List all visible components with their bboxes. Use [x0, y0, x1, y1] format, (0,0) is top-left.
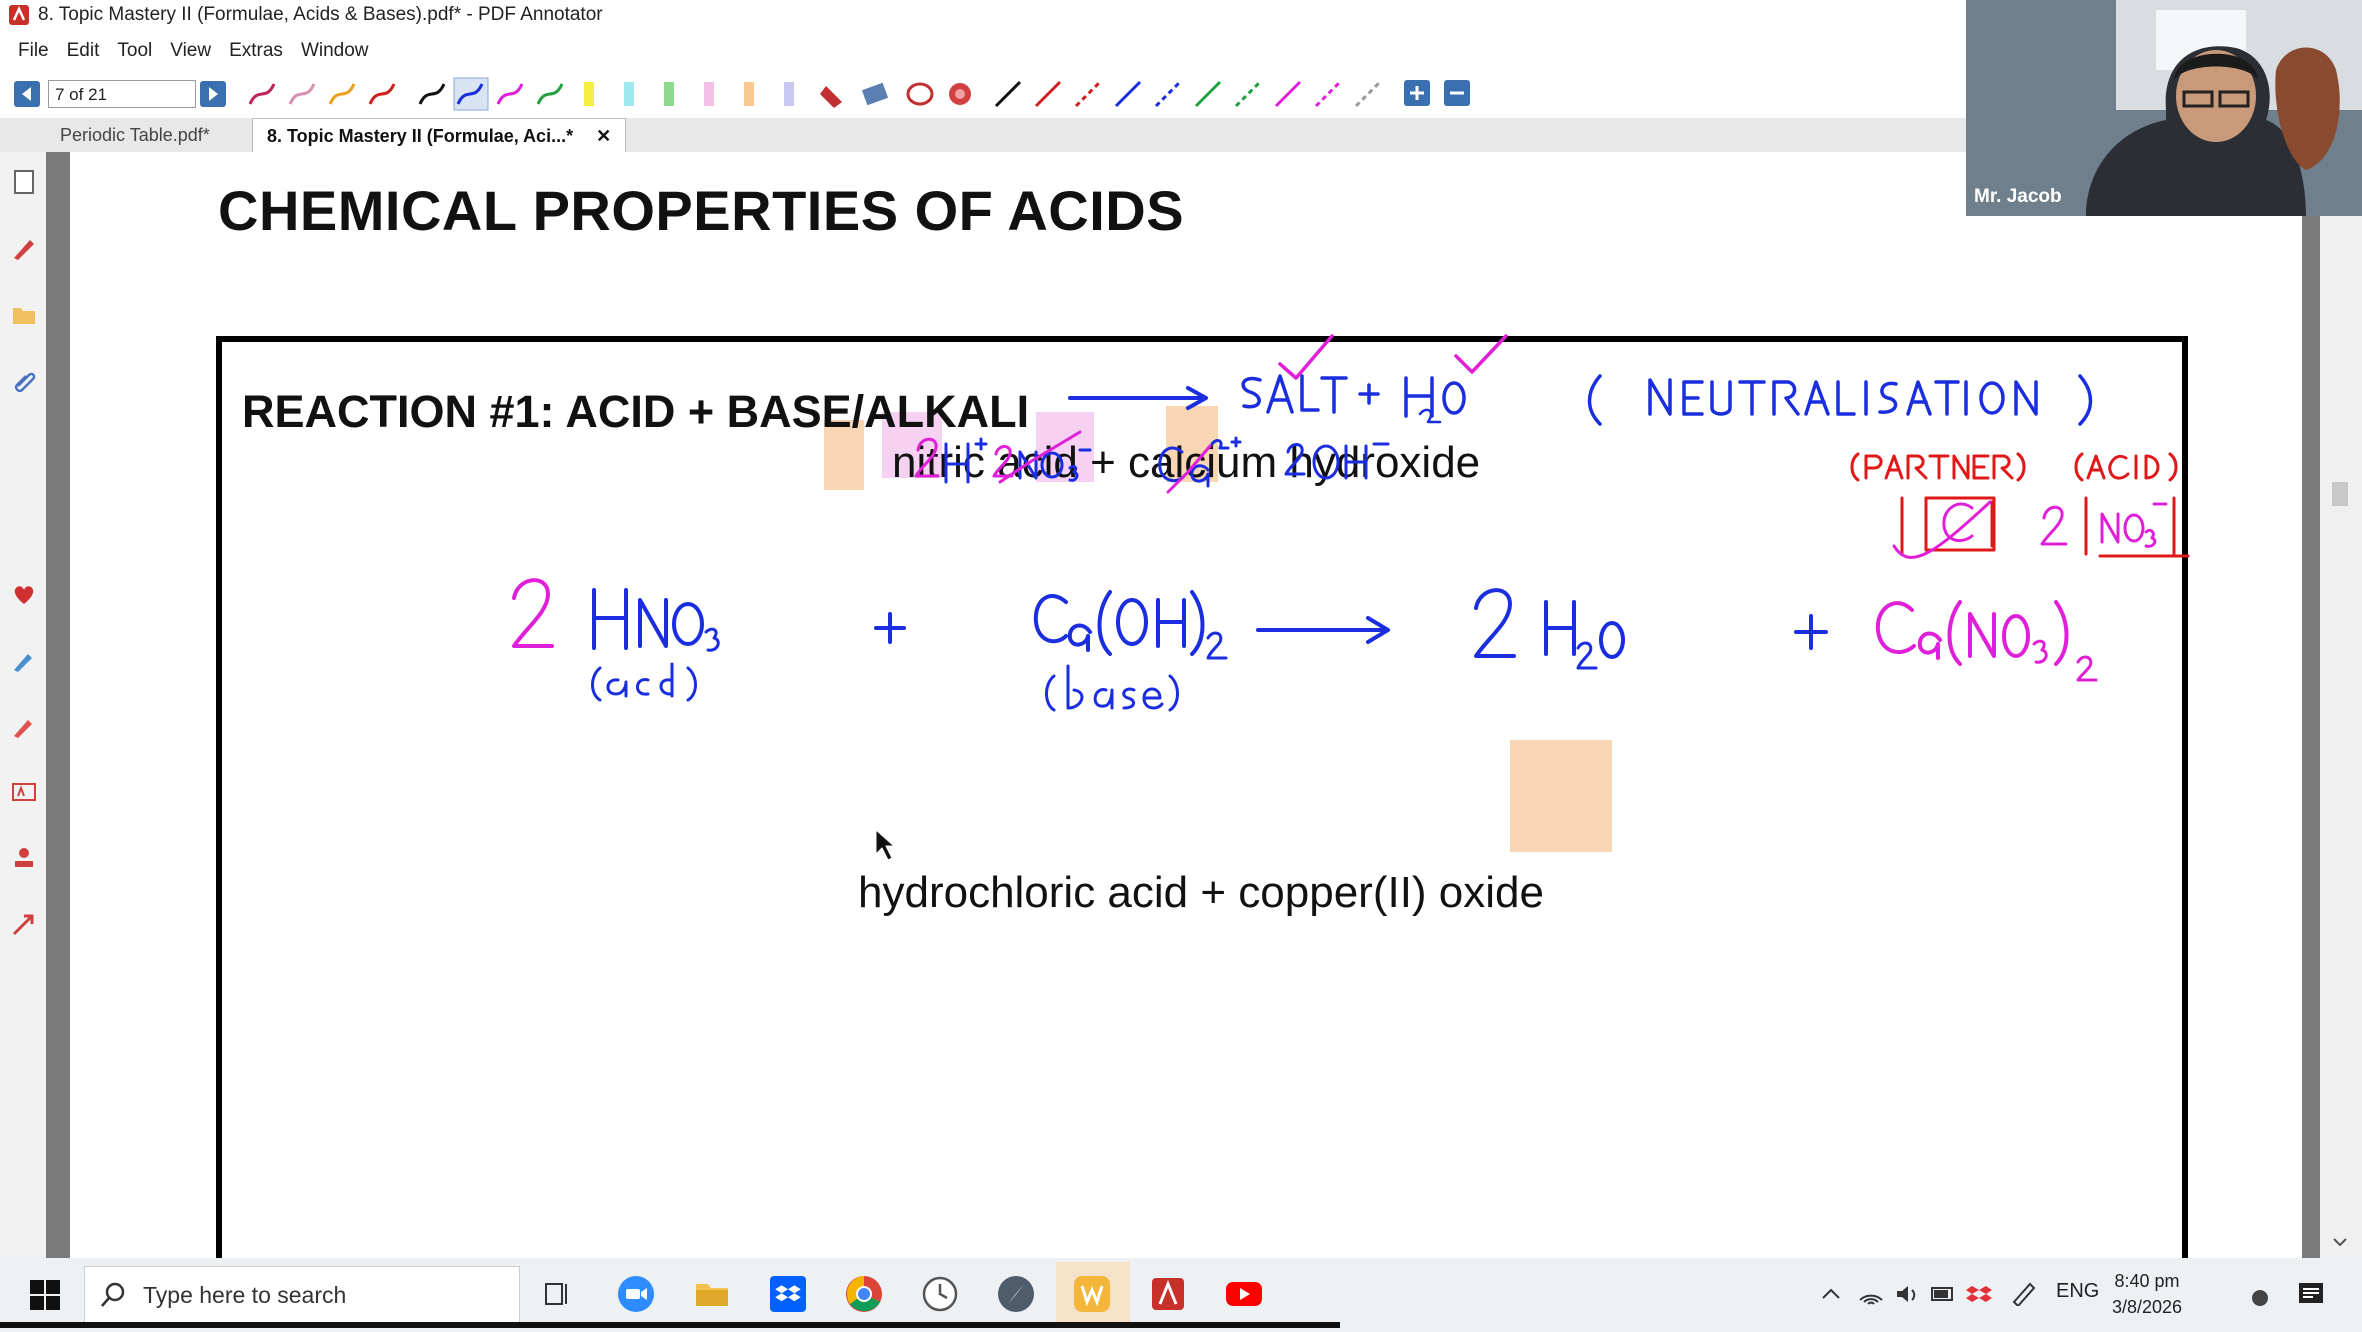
webcam-video-overlay: Mr. Jacob [1966, 0, 2362, 216]
eraser-and-shape-tools[interactable] [820, 82, 971, 108]
menu-extras[interactable]: Extras [229, 40, 283, 62]
battery-icon[interactable] [1930, 1284, 1956, 1304]
favorite-heart-icon[interactable] [10, 580, 38, 608]
annotation-tools [248, 77, 1470, 111]
whiteboard-app-icon[interactable] [1072, 1274, 1112, 1314]
pen-tools[interactable] [248, 77, 564, 111]
menu-edit[interactable]: Edit [67, 40, 100, 62]
volume-icon[interactable] [1894, 1282, 1920, 1306]
windows-start-icon[interactable] [28, 1278, 62, 1312]
wifi-icon[interactable] [1858, 1282, 1884, 1306]
taskbar-search-box[interactable]: Type here to search [84, 1266, 520, 1324]
ink-check-marks [1278, 334, 1508, 380]
tab-label: Periodic Table.pdf* [60, 125, 210, 145]
attachment-icon[interactable] [10, 366, 38, 394]
highlighter-icon[interactable] [10, 712, 38, 740]
window-title: 8. Topic Mastery II (Formulae, Acids & B… [38, 4, 603, 25]
menu-bar: File Edit Tool View Extras Window [0, 36, 369, 66]
participant-name: Mr. Jacob [1974, 186, 2062, 207]
folder-icon[interactable] [10, 300, 38, 328]
vertical-scrollbar[interactable] [2320, 152, 2362, 1258]
task-view-icon[interactable] [538, 1274, 578, 1314]
stamp-icon[interactable] [10, 844, 38, 872]
arrow-right-icon [209, 87, 218, 101]
file-explorer-icon[interactable] [692, 1274, 732, 1314]
youtube-icon[interactable] [1224, 1274, 1264, 1314]
browser-compass-icon[interactable] [996, 1274, 1036, 1314]
ink-partner-acid-notes [1850, 452, 2190, 559]
close-tab-icon[interactable]: ✕ [596, 126, 611, 146]
zoom-app-icon[interactable] [616, 1274, 656, 1314]
tab-topic-mastery[interactable]: 8. Topic Mastery II (Formulae, Aci...* ✕ [252, 118, 627, 153]
ink-ion-row [914, 430, 1390, 494]
notification-dot-icon [2252, 1290, 2268, 1306]
ink-salt-plus-water [1241, 374, 1466, 424]
presenter-video [1966, 0, 2362, 216]
tab-label: 8. Topic Mastery II (Formulae, Aci...* [267, 126, 574, 146]
menu-view[interactable]: View [170, 40, 211, 62]
line-tools[interactable] [994, 80, 1382, 108]
text-box-icon[interactable] [10, 778, 38, 806]
toolbar: 7 of 21 [0, 74, 1966, 114]
ink-arrow-to-salt-water [1068, 386, 1208, 410]
scroll-down-icon[interactable] [2332, 1236, 2348, 1248]
arrow-tool-icon[interactable] [10, 910, 38, 938]
document-view: CHEMICAL PROPERTIES OF ACIDS REACTION #1… [46, 152, 2320, 1258]
show-hidden-icons-icon[interactable] [1820, 1284, 1842, 1304]
handwritten-annotations [512, 334, 2190, 861]
ink-neutralisation-label [1587, 374, 2093, 426]
dropbox-icon[interactable] [768, 1274, 808, 1314]
windows-taskbar: Type here to search ENG 8:40 pm 3/8/2026 [0, 1258, 2362, 1332]
menu-window[interactable]: Window [301, 40, 369, 62]
page-thumbnail-icon[interactable] [10, 168, 38, 196]
highlighter-tools[interactable] [584, 82, 794, 106]
arrow-left-icon [22, 87, 31, 101]
pen-tray-icon[interactable] [2010, 1280, 2036, 1306]
pdf-annotator-app-icon [9, 5, 29, 25]
mouse-cursor-icon [875, 829, 895, 861]
search-icon [101, 1282, 125, 1307]
previous-page-button[interactable] [14, 81, 40, 107]
left-tool-sidebar [0, 152, 47, 1258]
chrome-icon[interactable] [844, 1274, 884, 1314]
clock-time: 8:40 pm [2114, 1271, 2180, 1291]
clock-app-icon[interactable] [920, 1274, 960, 1314]
action-center-icon[interactable] [2296, 1278, 2326, 1308]
video-progress-bar [0, 1322, 1340, 1328]
pencil-icon[interactable] [10, 234, 38, 262]
pdf-annotator-taskbar-icon[interactable] [1148, 1274, 1188, 1314]
language-indicator[interactable]: ENG [2056, 1280, 2099, 1303]
dropbox-tray-icon[interactable] [1966, 1280, 1992, 1306]
search-placeholder: Type here to search [143, 1281, 347, 1308]
marker-icon[interactable] [10, 646, 38, 674]
menu-tool[interactable]: Tool [117, 40, 152, 62]
zoom-buttons[interactable] [1404, 80, 1470, 106]
clock-date: 3/8/2026 [2112, 1297, 2183, 1317]
document-tab-bar: Periodic Table.pdf* 8. Topic Mastery II … [0, 118, 1966, 153]
pdf-page: CHEMICAL PROPERTIES OF ACIDS REACTION #1… [70, 152, 2302, 1258]
taskbar-clock[interactable]: 8:40 pm 3/8/2026 [2112, 1268, 2182, 1320]
next-page-button[interactable] [200, 81, 226, 107]
scrollbar-thumb[interactable] [2332, 482, 2348, 506]
menu-file[interactable]: File [18, 40, 49, 62]
page-number-input[interactable]: 7 of 21 [48, 80, 196, 108]
tab-periodic-table[interactable]: Periodic Table.pdf* [46, 118, 224, 152]
ink-main-equation [512, 578, 2098, 712]
